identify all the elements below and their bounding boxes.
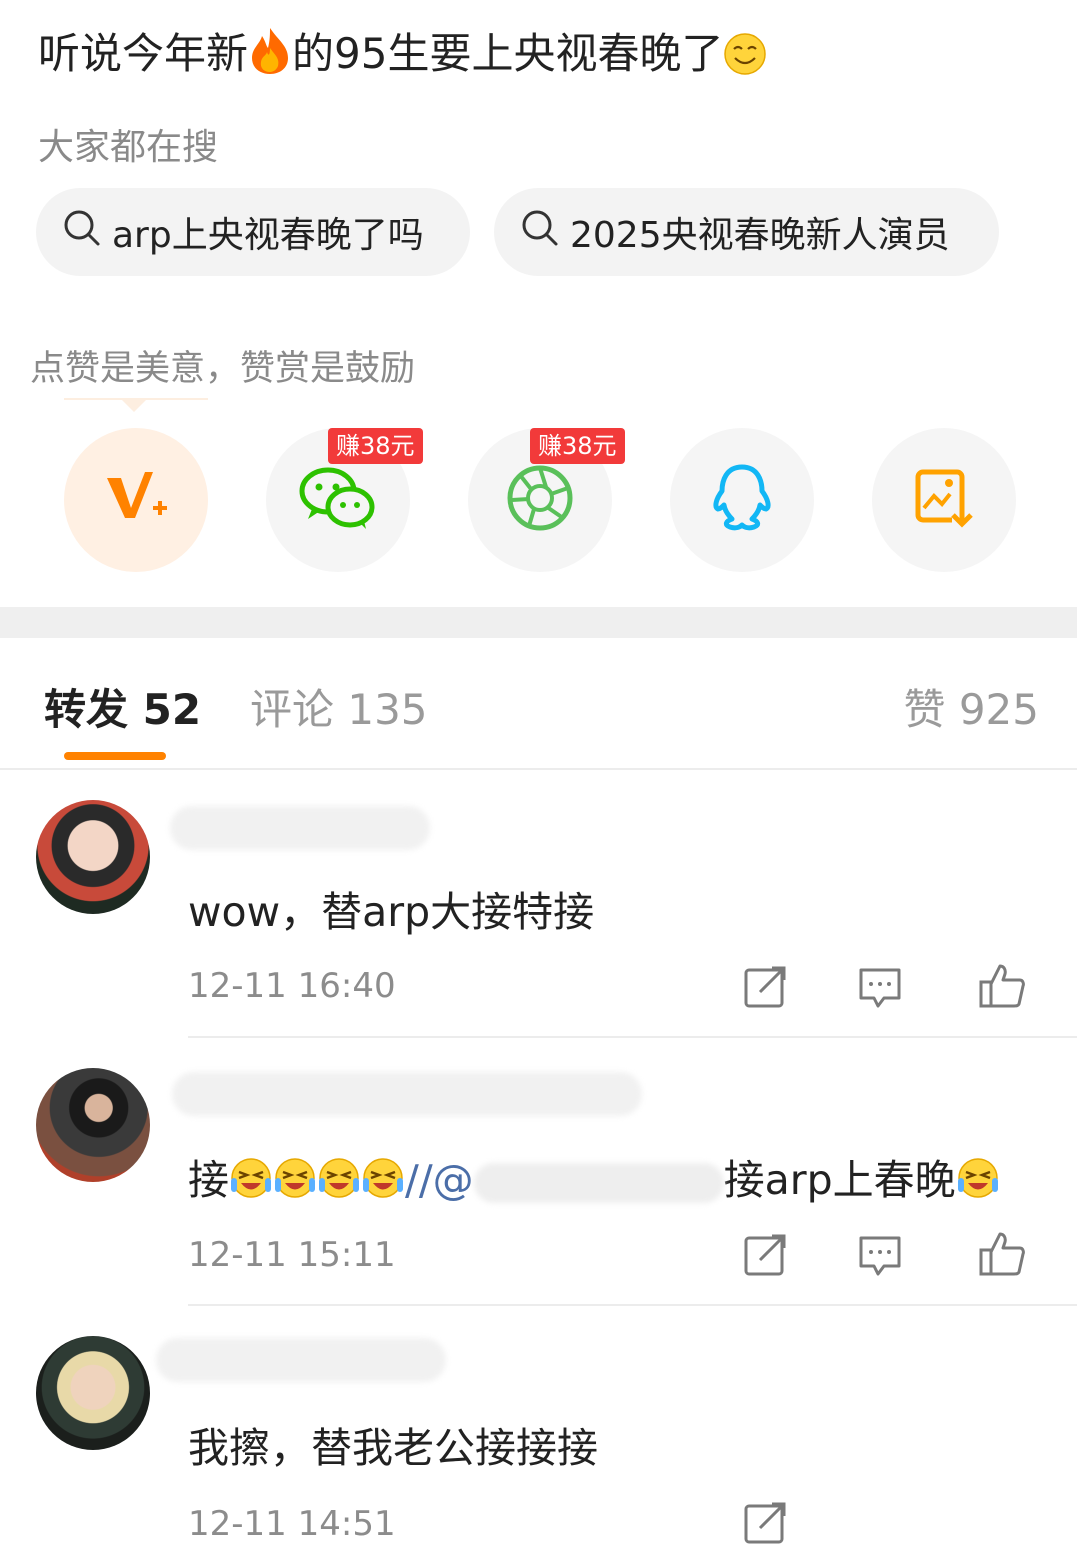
smirk-emoji-icon xyxy=(723,32,767,92)
reward-label: 点赞是美意，赞赏是鼓励 xyxy=(30,349,416,389)
mention-redacted xyxy=(473,1163,724,1203)
mention-link[interactable]: //@ xyxy=(405,1156,474,1204)
repost-icon[interactable] xyxy=(742,964,788,1014)
tab-active-indicator xyxy=(64,752,166,760)
repost-icon[interactable] xyxy=(742,1500,788,1548)
username-redacted xyxy=(156,1338,446,1382)
comment-time: 12-11 16:40 xyxy=(188,966,396,1006)
avatar[interactable] xyxy=(36,1336,150,1450)
section-divider xyxy=(0,607,1077,638)
tabs-divider xyxy=(0,768,1077,770)
wechat-reward-badge: 赚38元 xyxy=(328,428,423,464)
laugh-cry-icon xyxy=(229,1156,273,1210)
comment-time: 12-11 15:11 xyxy=(188,1235,396,1275)
like-icon[interactable] xyxy=(978,962,1026,1014)
row-divider xyxy=(188,1036,1077,1038)
username-redacted xyxy=(170,806,430,850)
avatar[interactable] xyxy=(36,800,150,914)
vplus-icon xyxy=(101,468,171,532)
weibo-repost-page: 听说今年新 的95生要上央视春晚了 大家都在搜 arp上央视春晚了吗 2025央… xyxy=(0,0,1077,1548)
username-redacted xyxy=(172,1072,642,1116)
row-divider xyxy=(188,1304,1077,1306)
like-icon[interactable] xyxy=(978,1230,1026,1282)
post-title-part1: 听说今年新 xyxy=(38,29,249,78)
laugh-cry-icon xyxy=(273,1156,317,1210)
comment-icon[interactable] xyxy=(858,1234,902,1282)
tab-repost[interactable]: 转发 52 xyxy=(44,676,201,737)
laugh-cry-icon xyxy=(361,1156,405,1210)
search-chip-2-label: 2025央视春晚新人演员 xyxy=(570,215,950,256)
wechat-icon xyxy=(298,463,378,537)
search-icon xyxy=(62,208,102,257)
comment-icon[interactable] xyxy=(858,966,902,1014)
comment-text: wow，替arp大接特接 xyxy=(188,888,595,936)
comment-text: 我擦，替我老公接接接 xyxy=(188,1424,598,1472)
moments-icon xyxy=(505,463,575,537)
search-chip-1[interactable]: arp上央视春晚了吗 xyxy=(36,188,470,276)
comment-text: 接 //@ 接arp上春晚 xyxy=(188,1146,1000,1210)
laugh-cry-icon xyxy=(956,1156,1000,1210)
moments-reward-badge: 赚38元 xyxy=(530,428,625,464)
fire-icon xyxy=(248,26,292,92)
save-image-icon xyxy=(912,466,976,534)
tab-comments[interactable]: 评论 135 xyxy=(250,676,428,737)
post-title: 听说今年新 的95生要上央视春晚了 xyxy=(38,24,767,92)
comment-time: 12-11 14:51 xyxy=(188,1504,396,1544)
tooltip-arrow xyxy=(120,398,148,412)
comment-text-suffix: 接arp上春晚 xyxy=(723,1156,956,1204)
comment-text-prefix: 接 xyxy=(188,1156,229,1204)
save-image-button[interactable] xyxy=(872,428,1016,572)
search-chip-2[interactable]: 2025央视春晚新人演员 xyxy=(494,188,999,276)
search-section-label: 大家都在搜 xyxy=(38,127,219,168)
avatar[interactable] xyxy=(36,1068,150,1182)
post-title-part2: 的95生要上央视春晚了 xyxy=(292,29,724,78)
search-icon xyxy=(520,208,560,257)
laugh-cry-icon xyxy=(317,1156,361,1210)
search-chip-1-label: arp上央视春晚了吗 xyxy=(112,215,424,256)
tab-likes[interactable]: 赞 925 xyxy=(903,676,1039,737)
repost-icon[interactable] xyxy=(742,1232,788,1282)
qq-icon xyxy=(710,463,774,537)
share-qq-button[interactable] xyxy=(670,428,814,572)
vplus-button[interactable] xyxy=(64,428,208,572)
